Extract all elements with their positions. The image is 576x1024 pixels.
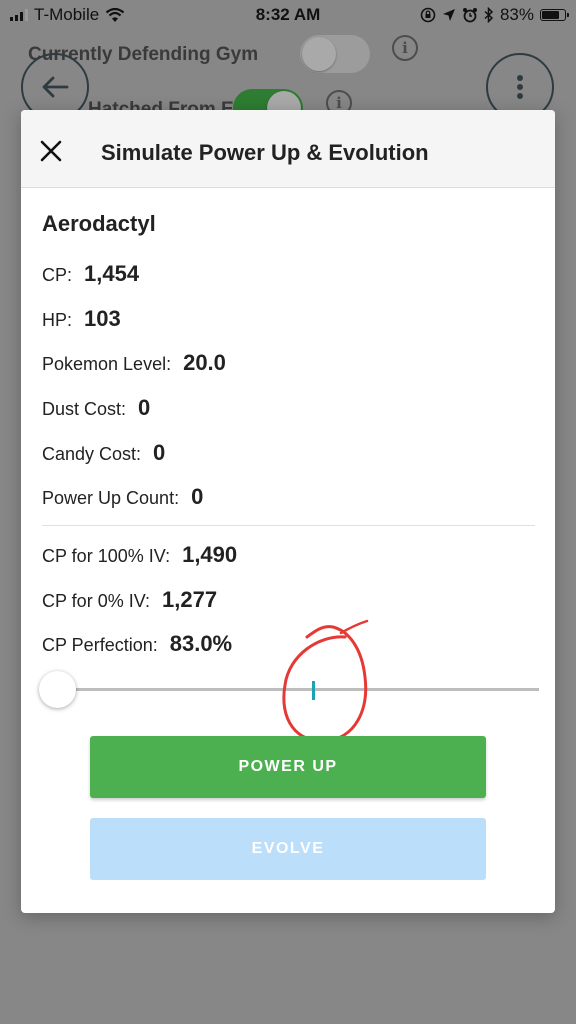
stat-label: HP: xyxy=(42,310,73,330)
stat-value: 0 xyxy=(138,395,151,420)
battery-percent: 83% xyxy=(499,5,534,24)
stat-cp: CP: 1,454 xyxy=(42,261,139,287)
stat-label: CP for 0% IV: xyxy=(42,591,151,611)
info-icon[interactable]: i xyxy=(392,35,418,61)
stat-label: CP: xyxy=(42,265,73,285)
stat-level: Pokemon Level: 20.0 xyxy=(42,350,226,376)
stat-label: CP for 100% IV: xyxy=(42,546,171,566)
toggle-knob xyxy=(302,37,336,71)
stat-value: 103 xyxy=(84,306,121,331)
stat-power-up-count: Power Up Count: 0 xyxy=(42,484,203,510)
power-up-button[interactable]: POWER UP xyxy=(90,736,486,798)
stat-label: Power Up Count: xyxy=(42,488,180,508)
bluetooth-icon xyxy=(484,7,494,23)
status-right: 83% xyxy=(420,5,569,25)
stat-value: 1,277 xyxy=(162,587,218,612)
stat-value: 0 xyxy=(191,484,204,509)
dialog-title: Simulate Power Up & Evolution xyxy=(101,140,429,165)
dialog-header: Simulate Power Up & Evolution xyxy=(21,110,555,188)
divider xyxy=(42,525,535,526)
stat-label: CP Perfection: xyxy=(42,635,158,655)
stat-value: 0 xyxy=(153,440,166,465)
simulate-dialog: Simulate Power Up & Evolution Aerodactyl… xyxy=(21,110,555,913)
stat-candy-cost: Candy Cost: 0 xyxy=(42,440,165,466)
status-bar: T-Mobile 8:32 AM 83% xyxy=(0,0,576,30)
stat-cp-100-iv: CP for 100% IV: 1,490 xyxy=(42,542,237,568)
stat-label: Pokemon Level: xyxy=(42,354,172,374)
stat-value: 83.0% xyxy=(169,631,233,656)
location-arrow-icon xyxy=(442,9,455,21)
evolve-button[interactable]: EVOLVE xyxy=(90,818,486,880)
more-vertical-icon xyxy=(517,75,523,99)
battery-fill xyxy=(542,11,560,19)
arrow-left-icon xyxy=(42,76,69,98)
rotation-lock-icon xyxy=(420,7,436,23)
stat-value: 20.0 xyxy=(183,350,226,375)
alarm-icon xyxy=(462,8,477,23)
slider-thumb[interactable] xyxy=(39,671,76,708)
close-icon xyxy=(40,140,62,162)
stat-cp-0-iv: CP for 0% IV: 1,277 xyxy=(42,587,217,613)
stat-dust-cost: Dust Cost: 0 xyxy=(42,395,150,421)
stat-label: Candy Cost: xyxy=(42,444,142,464)
red-circle-annotation xyxy=(282,619,369,743)
stat-label: Dust Cost: xyxy=(42,399,127,419)
stat-value: 1,490 xyxy=(182,542,238,567)
pokemon-name: Aerodactyl xyxy=(42,211,156,236)
close-button[interactable] xyxy=(39,139,63,163)
battery-icon xyxy=(540,9,569,21)
stat-cp-perfection: CP Perfection: 83.0% xyxy=(42,631,232,657)
stat-value: 1,454 xyxy=(84,261,140,286)
stat-hp: HP: 103 xyxy=(42,306,121,332)
gym-toggle[interactable] xyxy=(300,35,370,73)
